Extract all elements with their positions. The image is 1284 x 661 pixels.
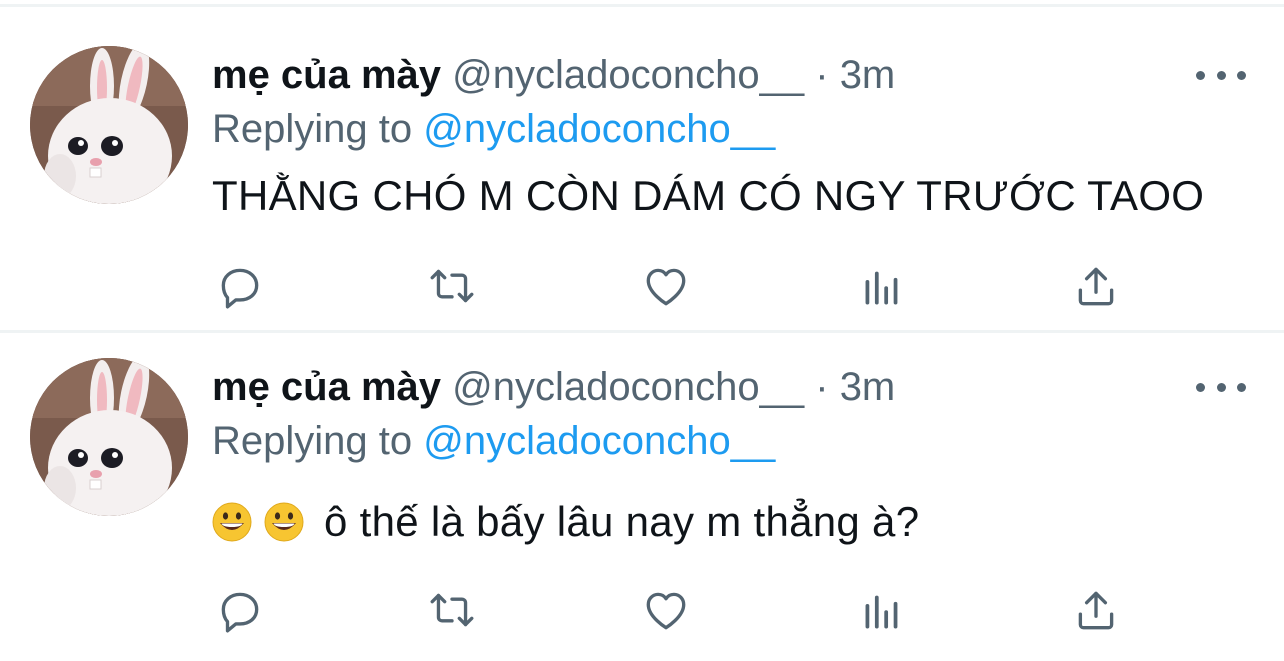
timestamp[interactable]: 3m <box>840 365 896 409</box>
retweet-icon <box>430 593 474 627</box>
reply-icon <box>221 268 259 309</box>
analytics-icon <box>865 595 898 629</box>
display-name[interactable]: mẹ của mày <box>212 53 441 97</box>
avatar[interactable] <box>30 358 188 516</box>
reply-button[interactable] <box>212 258 268 314</box>
bunny-avatar-image <box>30 358 188 516</box>
share-icon <box>1078 267 1114 306</box>
reply-button[interactable] <box>212 582 268 638</box>
analytics-button[interactable] <box>854 582 910 638</box>
share-icon <box>1078 591 1114 630</box>
like-icon <box>646 268 686 306</box>
more-options-icon[interactable] <box>1196 372 1246 402</box>
retweet-button[interactable] <box>424 258 480 314</box>
avatar[interactable] <box>30 46 188 204</box>
display-name[interactable]: mẹ của mày <box>212 365 441 409</box>
like-button[interactable] <box>638 258 694 314</box>
replying-mention[interactable]: @nycladoconcho__ <box>423 107 775 151</box>
tweet-text: ô thế là bấy lâu nay m thẳng à? <box>212 494 919 550</box>
tweet[interactable]: mẹ của mày @nycladoconcho__ · 3m Replyin… <box>0 312 1284 633</box>
tweet-header: mẹ của mày @nycladoconcho__ · 3m <box>212 48 895 102</box>
separator-dot: · <box>815 53 829 97</box>
reply-icon <box>221 592 259 633</box>
tweet-text: THẰNG CHÓ M CÒN DÁM CÓ NGY TRƯỚC TAOO <box>212 168 1204 224</box>
user-handle[interactable]: @nycladoconcho__ <box>452 365 804 409</box>
replying-to: Replying to @nycladoconcho__ <box>212 102 775 156</box>
replying-prefix: Replying to <box>212 419 413 463</box>
replying-prefix: Replying to <box>212 107 413 151</box>
grinning-face-emoji-icon <box>212 502 252 542</box>
replying-to: Replying to @nycladoconcho__ <box>212 414 775 468</box>
analytics-icon <box>865 271 898 305</box>
more-options-icon[interactable] <box>1196 60 1246 90</box>
tweet-header: mẹ của mày @nycladoconcho__ · 3m <box>212 360 895 414</box>
analytics-button[interactable] <box>854 258 910 314</box>
action-bar <box>212 582 1132 642</box>
like-button[interactable] <box>638 582 694 638</box>
like-icon <box>646 592 686 630</box>
timestamp[interactable]: 3m <box>840 53 896 97</box>
grinning-face-emoji-icon <box>264 502 304 542</box>
replying-mention[interactable]: @nycladoconcho__ <box>423 419 775 463</box>
tweet[interactable]: mẹ của mày @nycladoconcho__ · 3m Replyin… <box>0 0 1284 320</box>
separator-dot: · <box>815 365 829 409</box>
retweet-button[interactable] <box>424 582 480 638</box>
bunny-avatar-image <box>30 46 188 204</box>
tweet-text-content: THẰNG CHÓ M CÒN DÁM CÓ NGY TRƯỚC TAOO <box>212 172 1205 219</box>
action-bar <box>212 258 1132 318</box>
share-button[interactable] <box>1068 258 1124 314</box>
tweet-text-content: ô thế là bấy lâu nay m thẳng à? <box>324 498 920 545</box>
user-handle[interactable]: @nycladoconcho__ <box>452 53 804 97</box>
retweet-icon <box>430 269 474 303</box>
share-button[interactable] <box>1068 582 1124 638</box>
